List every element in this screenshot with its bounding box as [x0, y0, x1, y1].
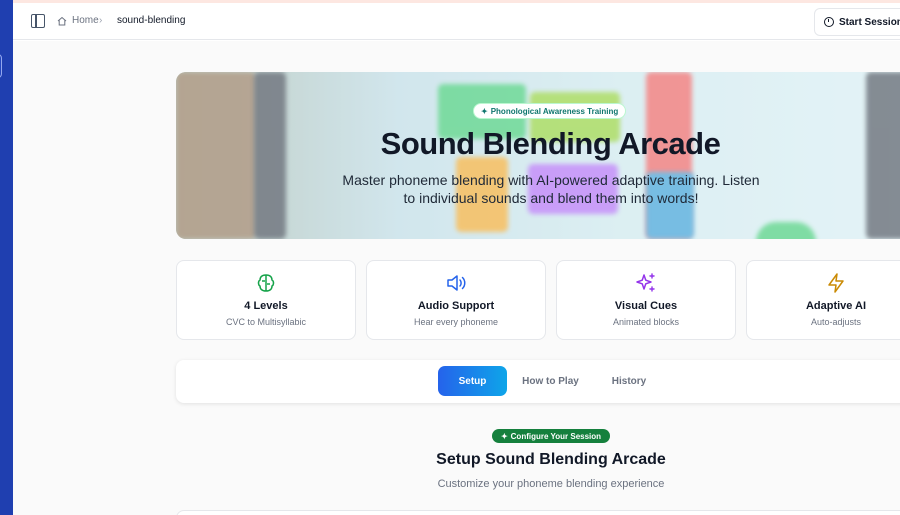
setup-panel: [176, 510, 900, 515]
sidebar-collapsed-button[interactable]: [0, 54, 2, 78]
feature-subtitle: Hear every phoneme: [413, 317, 499, 327]
speaker-icon: [447, 275, 466, 291]
feature-subtitle: CVC to Multisyllabic: [225, 317, 307, 327]
top-bar: Home › sound-blending Start Session: [13, 3, 900, 40]
breadcrumb-home[interactable]: Home: [57, 15, 99, 26]
tab-history[interactable]: History: [601, 366, 657, 396]
feature-subtitle: Auto-adjusts: [810, 317, 862, 327]
start-session-button[interactable]: Start Session: [814, 8, 900, 36]
feature-card-levels: 4 Levels CVC to Multisyllabic: [176, 260, 356, 340]
configure-session-badge: ✦ Configure Your Session: [492, 429, 610, 443]
feature-subtitle: Animated blocks: [612, 317, 680, 327]
tab-setup[interactable]: Setup: [438, 366, 507, 396]
start-session-label: Start Session: [839, 16, 900, 28]
feature-card-visual: Visual Cues Animated blocks: [556, 260, 736, 340]
hero-badge-label: Phonological Awareness Training: [490, 106, 619, 116]
feature-title: Visual Cues: [614, 300, 678, 312]
feature-title: Adaptive AI: [805, 300, 867, 312]
breadcrumb-separator: ›: [99, 15, 103, 26]
configure-session-label: Configure Your Session: [510, 431, 602, 441]
sparkle-icon: ✦: [481, 106, 488, 116]
sparkles-icon: [636, 273, 655, 292]
brain-icon: [257, 274, 275, 292]
tab-how-to-play[interactable]: How to Play: [517, 366, 584, 396]
feature-card-adaptive: Adaptive AI Auto-adjusts: [746, 260, 900, 340]
breadcrumb-current: sound-blending: [117, 15, 186, 26]
page-title: Sound Blending Arcade: [380, 126, 721, 161]
home-icon: [57, 16, 67, 25]
timer-icon: [824, 17, 834, 27]
feature-card-audio: Audio Support Hear every phoneme: [366, 260, 546, 340]
tab-bar: Setup How to Play History: [176, 360, 900, 403]
hero-banner: ✦ Phonological Awareness Training Sound …: [176, 72, 900, 239]
sparkle-icon: ✦: [500, 431, 508, 441]
sidebar-toggle-icon[interactable]: [31, 14, 45, 28]
feature-title: Audio Support: [417, 300, 495, 312]
sidebar: [0, 0, 13, 515]
setup-title: Setup Sound Blending Arcade: [436, 451, 666, 468]
feature-title: 4 Levels: [244, 300, 288, 312]
hero-badge: ✦ Phonological Awareness Training: [473, 103, 627, 119]
lightning-icon: [828, 273, 844, 293]
breadcrumb-home-label: Home: [72, 15, 99, 26]
hero-subtitle: Master phoneme blending with AI-powered …: [342, 172, 760, 206]
setup-subtitle: Customize your phoneme blending experien…: [437, 478, 665, 490]
